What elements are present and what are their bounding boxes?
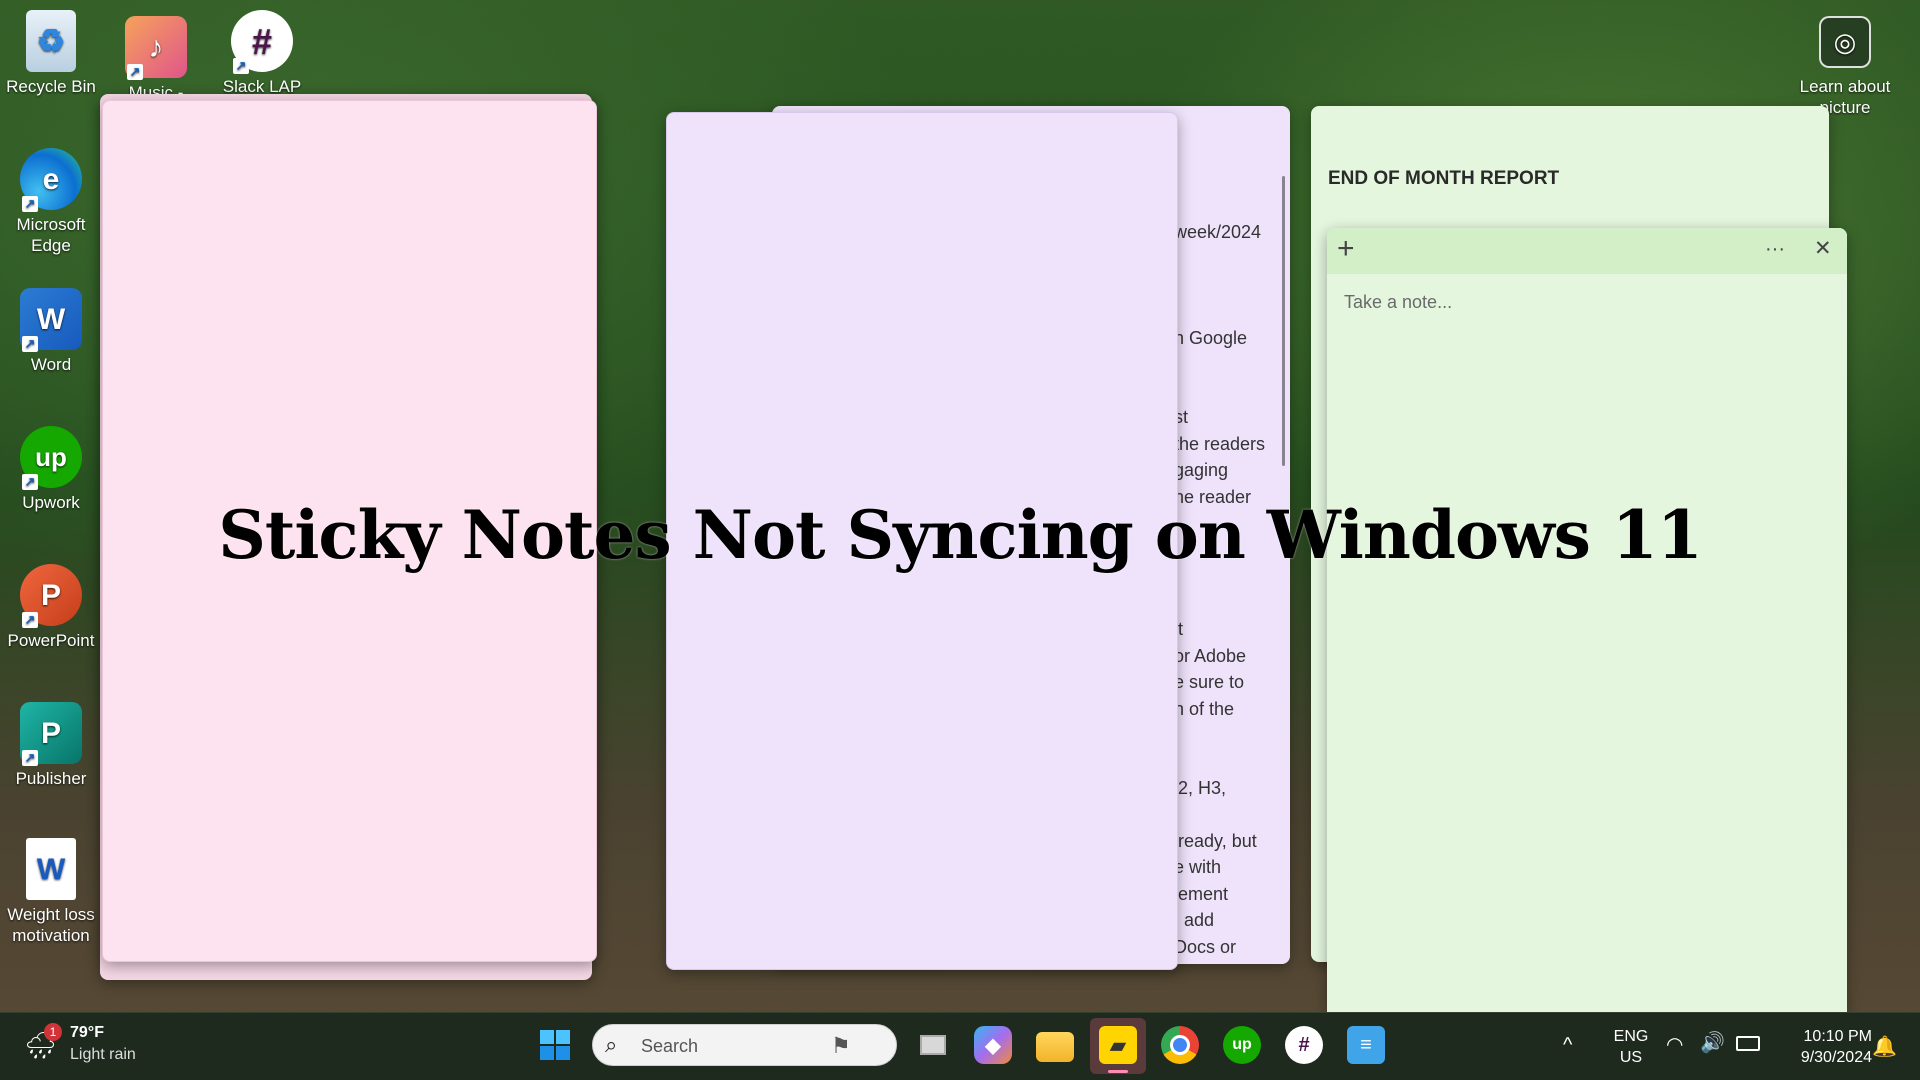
sticky-note-editor-green[interactable]: + ··· ✕ Take a note... [1327,228,1847,1012]
desktop-icon-label: Recycle Bin [6,77,96,96]
word-document-icon: W [26,838,76,900]
task-view-icon[interactable] [914,1026,952,1064]
publisher-icon: P ↗ [20,702,82,766]
desktop-icon-label: Microsoft Edge [16,215,86,255]
notepad-icon[interactable]: ≡ [1347,1026,1385,1064]
note-text-area[interactable]: Take a note... [1344,292,1452,313]
chrome-icon[interactable] [1161,1026,1199,1064]
note-menu-button[interactable]: ··· [1765,238,1785,261]
weather-widget[interactable]: 🌧 1 79°F Light rain [22,1022,152,1070]
search-icon: ⌕ [605,1032,618,1057]
note-list-item-title[interactable]: END OF MONTH REPORT [1328,168,1559,190]
camera-icon: ◎ [1819,16,1871,68]
windows-start-icon[interactable] [536,1026,574,1064]
notification-bell-icon[interactable]: 🔔 [1872,1034,1897,1059]
language-indicator[interactable]: ENG US [1606,1026,1656,1068]
file-explorer-icon[interactable] [1036,1032,1074,1062]
weather-temp: 79°F [70,1024,104,1041]
note-header-bar: + ··· ✕ [1327,228,1847,274]
add-note-button[interactable]: + [1337,232,1355,266]
music-folder-icon: ♪ ↗ [125,16,187,80]
desktop-icon-label: Publisher [15,769,87,788]
search-placeholder: Search [641,1036,699,1056]
desktop-icon-label: Word [30,355,72,374]
edge-icon: e ↗ [20,148,82,212]
desktop-icon-publisher[interactable]: P ↗ Publisher [1,702,101,789]
overlay-title: Sticky Notes Not Syncing on Windows 11 [218,496,1703,574]
sticky-notes-indicator [1108,1070,1128,1073]
desktop-icon-label: PowerPoint [7,631,95,650]
desktop-icon-recycle-bin[interactable]: ♻ Recycle Bin [1,10,101,97]
desktop-icon-label: Slack LAP [222,77,302,96]
recycle-bin-icon: ♻ [26,10,76,72]
desktop-icon-slack[interactable]: # ↗ Slack LAP [212,10,312,96]
desktop-icon-word[interactable]: W ↗ Word [1,288,101,375]
upwork-icon: up ↗ [20,426,82,490]
slack-icon: # ↗ [231,10,293,74]
start-grid [540,1030,570,1060]
copilot-icon[interactable]: ◆ [974,1026,1012,1064]
desktop-icon-powerpoint[interactable]: P ↗ PowerPoint [1,564,101,651]
volume-icon[interactable]: 🔊 [1700,1030,1725,1055]
battery-icon[interactable] [1736,1036,1760,1051]
slack-icon[interactable]: # [1285,1026,1323,1064]
tray-chevron-icon[interactable]: ^ [1563,1034,1572,1057]
weather-badge: 1 [44,1023,62,1041]
desktop-icon-edge[interactable]: e ↗ Microsoft Edge [1,148,101,256]
wifi-icon[interactable]: ◠ [1666,1032,1683,1057]
desktop-icon-label: Weight loss motivation [7,905,95,945]
upwork-icon[interactable]: up [1223,1026,1261,1064]
weather-condition: Light rain [70,1046,136,1063]
desktop-icon-weight-loss-doc[interactable]: W Weight loss motivation [1,838,101,946]
search-box[interactable]: ⌕ Search ⚑ [592,1024,897,1066]
learn-about-picture[interactable]: ◎ Learn about picture [1790,16,1900,118]
sticky-notes-icon[interactable]: ▰ [1099,1026,1137,1064]
desktop-icon-music[interactable]: ♪ ↗ Music - [106,16,206,96]
search-highlight-icon: ⚑ [831,1033,851,1058]
word-icon: W ↗ [20,288,82,352]
note-text-fragments: week/2024 n Google st the readers gaging… [1174,222,1266,957]
close-note-button[interactable]: ✕ [1814,236,1832,261]
clock[interactable]: 10:10 PM 9/30/2024 [1772,1026,1872,1068]
